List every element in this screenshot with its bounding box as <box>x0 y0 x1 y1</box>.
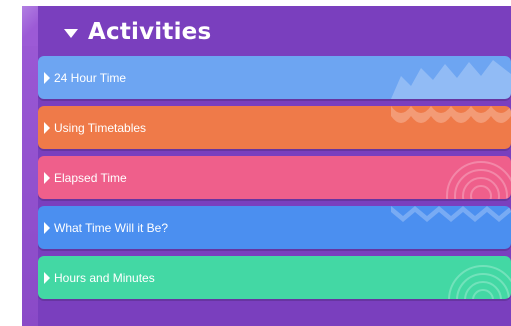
activities-title: Activities <box>88 19 212 45</box>
activity-label: Elapsed Time <box>54 170 127 185</box>
caret-down-icon <box>64 28 78 38</box>
activities-panel: Activities 24 Hour Time Using Timetables… <box>22 6 511 326</box>
activity-item-using-timetables[interactable]: Using Timetables <box>38 106 511 149</box>
play-triangle-icon <box>44 221 50 234</box>
play-triangle-icon <box>44 271 50 284</box>
panel-left-stripe <box>22 6 38 326</box>
fingerprint-decoration-icon <box>446 161 511 199</box>
activity-item-what-time-will-it-be[interactable]: What Time Will it Be? <box>38 206 511 249</box>
zigzag-decoration-icon <box>391 206 511 222</box>
activity-item-elapsed-time[interactable]: Elapsed Time <box>38 156 511 199</box>
fingerprint-decoration-icon <box>448 265 511 299</box>
activity-label: What Time Will it Be? <box>54 220 169 235</box>
play-triangle-icon <box>44 71 50 84</box>
play-triangle-icon <box>44 121 50 134</box>
activity-item-hours-and-minutes[interactable]: Hours and Minutes <box>38 256 511 299</box>
activity-item-24-hour-time[interactable]: 24 Hour Time <box>38 56 511 99</box>
activities-header-toggle[interactable]: Activities <box>64 18 211 46</box>
activity-label: Hours and Minutes <box>54 270 155 285</box>
scallop-decoration-icon <box>391 106 511 123</box>
activities-list: 24 Hour Time Using Timetables Elapsed Ti… <box>38 56 511 306</box>
play-triangle-icon <box>44 171 50 184</box>
activity-label: Using Timetables <box>54 120 147 135</box>
activity-label: 24 Hour Time <box>54 70 127 85</box>
wave-decoration-icon <box>391 60 511 99</box>
panel-left-stripe-accent <box>22 6 38 46</box>
